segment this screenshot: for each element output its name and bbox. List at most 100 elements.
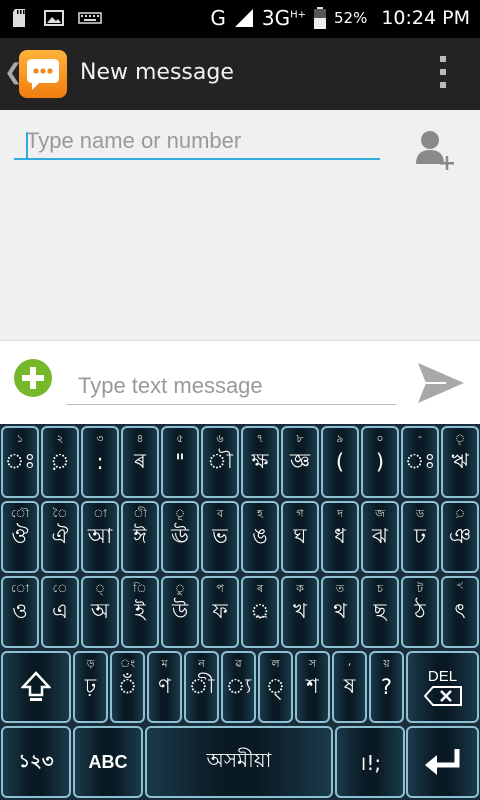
abc-key[interactable]: ABC (73, 726, 143, 798)
key[interactable]: ৃ ঋ (441, 426, 479, 498)
key-label: ) (375, 450, 385, 474)
key-label: উ (171, 598, 189, 623)
key[interactable]: জঝ (361, 501, 399, 573)
key[interactable]: ৯( (321, 426, 359, 498)
key[interactable]: ৼৎ (441, 576, 479, 648)
key[interactable]: ডঢ (401, 501, 439, 573)
key-hint: ু (174, 582, 186, 595)
key-label: ্ (265, 673, 286, 698)
key[interactable]: তথ (321, 576, 359, 648)
message-input[interactable] (66, 367, 396, 405)
key-label: ষ (343, 673, 356, 698)
key[interactable]: ি ই (121, 576, 159, 648)
key[interactable]: ু উ (161, 576, 199, 648)
clock: 10:24 PM (381, 7, 470, 29)
key-hint: ব (216, 507, 224, 520)
key-hint: ় (454, 507, 466, 520)
numbers-key[interactable]: ১২৩ (1, 726, 71, 798)
enter-icon (424, 749, 459, 775)
key-hint: ৬ (216, 432, 224, 445)
key[interactable]: কখ (281, 576, 319, 648)
add-contact-icon[interactable] (414, 128, 458, 172)
key[interactable]: হঙ (241, 501, 279, 573)
key[interactable]: ৭ ক্ষ (241, 426, 279, 498)
keyboard-icon (78, 12, 102, 24)
key-hint: প (216, 582, 224, 595)
key[interactable]: ৪ৰ (121, 426, 159, 498)
key-label: ঈ (133, 523, 147, 548)
abc-label: ABC (88, 751, 128, 772)
key-label: ্ৰ (250, 598, 270, 623)
key[interactable]: ৫ " (161, 426, 199, 498)
key[interactable]: ৰ্ৰ (241, 576, 279, 648)
key-label: জ্ঞ (289, 448, 311, 473)
key[interactable]: ৮ জ্ঞ (281, 426, 319, 498)
network-hplus: H+ (290, 9, 306, 21)
key-hint: গ (296, 507, 304, 520)
key-hint: ং (119, 657, 136, 670)
key-label: অ (90, 598, 110, 623)
overflow-menu-icon[interactable] (440, 56, 446, 88)
image-icon (44, 10, 64, 26)
key[interactable]: পফ (201, 576, 239, 648)
key[interactable]: ী ঈ (121, 501, 159, 573)
key[interactable]: নী (184, 651, 219, 723)
key[interactable]: সশ (295, 651, 330, 723)
messaging-app-icon[interactable] (19, 50, 67, 98)
send-icon[interactable] (416, 361, 466, 405)
key[interactable]: ৩: (81, 426, 119, 498)
key[interactable]: চছ (361, 576, 399, 648)
key[interactable]: ৱ্য (221, 651, 256, 723)
key-hint: ম (161, 657, 168, 670)
key-label: ঋ (451, 448, 469, 473)
key[interactable]: ্ অ (81, 576, 119, 648)
key[interactable]: ূ ঊ (161, 501, 199, 573)
key[interactable]: ৌ ঔ (1, 501, 39, 573)
key-hint: স (308, 657, 317, 670)
key[interactable]: ৬ৗ (201, 426, 239, 498)
key[interactable]: মণ (147, 651, 182, 723)
key[interactable]: ২় (41, 426, 79, 498)
punctuation-key[interactable]: ।!; (335, 726, 405, 798)
key[interactable]: গঘ (281, 501, 319, 573)
key[interactable]: বভ (201, 501, 239, 573)
key[interactable]: া আ (81, 501, 119, 573)
delete-key[interactable]: DEL (406, 651, 479, 723)
backspace-icon (423, 685, 462, 706)
shift-key[interactable] (1, 651, 71, 723)
add-attachment-icon[interactable] (14, 359, 52, 397)
network-type: G (210, 6, 226, 30)
key[interactable]: -ঃ (401, 426, 439, 498)
key-label: ় (50, 448, 70, 473)
key[interactable]: ,ষ (332, 651, 367, 723)
key[interactable]: ল্ (258, 651, 293, 723)
key[interactable]: য়? (369, 651, 404, 723)
key[interactable]: টঠ (401, 576, 439, 648)
key-label: ৎ (454, 598, 466, 623)
key[interactable]: ১ঃ (1, 426, 39, 498)
key-hint: ৯ (336, 432, 344, 445)
key-label: : (96, 450, 104, 474)
recipient-input[interactable] (14, 124, 380, 160)
key[interactable]: ড় ঢ় (73, 651, 108, 723)
key-hint: ৮ (296, 432, 304, 445)
space-key[interactable]: অসমীয়া (145, 726, 333, 798)
network-3g-label: 3G (261, 6, 291, 30)
key[interactable]: ো ও (1, 576, 39, 648)
key[interactable]: দধ (321, 501, 359, 573)
enter-key[interactable] (406, 726, 479, 798)
key[interactable]: ় ঞ (441, 501, 479, 573)
key-hint: ত (335, 582, 345, 595)
key[interactable]: ০) (361, 426, 399, 498)
key-label: থ (333, 598, 347, 623)
key-hint: ৌ (11, 507, 29, 520)
key-hint: ২ (56, 432, 64, 445)
key-label: শ (306, 673, 319, 698)
key-label: ঊ (171, 523, 189, 548)
key[interactable]: ে এ (41, 576, 79, 648)
key-label: ঔ (11, 523, 29, 548)
battery-percent: 52% (334, 9, 368, 27)
key[interactable]: ংঁ (110, 651, 145, 723)
key[interactable]: ৈ ঐ (41, 501, 79, 573)
key-hint: ৰ (256, 582, 264, 595)
